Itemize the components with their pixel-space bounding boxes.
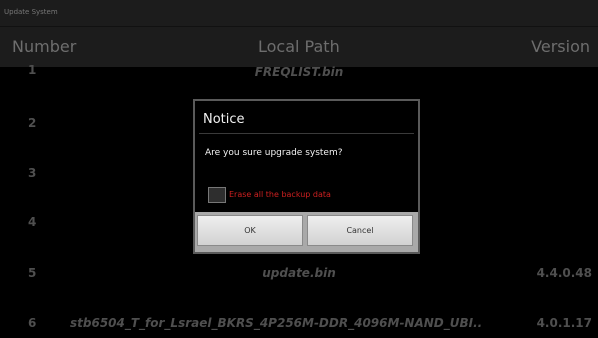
erase-backup-checkbox[interactable] bbox=[208, 187, 226, 203]
ok-button[interactable]: OK bbox=[197, 215, 303, 246]
dialog-message: Are you sure upgrade system? bbox=[205, 148, 343, 158]
dialog-title: Notice bbox=[203, 112, 245, 127]
notice-dialog: Notice Are you sure upgrade system? Eras… bbox=[193, 99, 420, 254]
dialog-button-bar: OK Cancel bbox=[195, 212, 418, 252]
dialog-divider bbox=[199, 133, 414, 134]
cancel-button[interactable]: Cancel bbox=[307, 215, 413, 246]
erase-backup-label[interactable]: Erase all the backup data bbox=[229, 190, 331, 199]
title-bar: Update System bbox=[0, 0, 598, 27]
window-title: Update System bbox=[4, 8, 58, 16]
